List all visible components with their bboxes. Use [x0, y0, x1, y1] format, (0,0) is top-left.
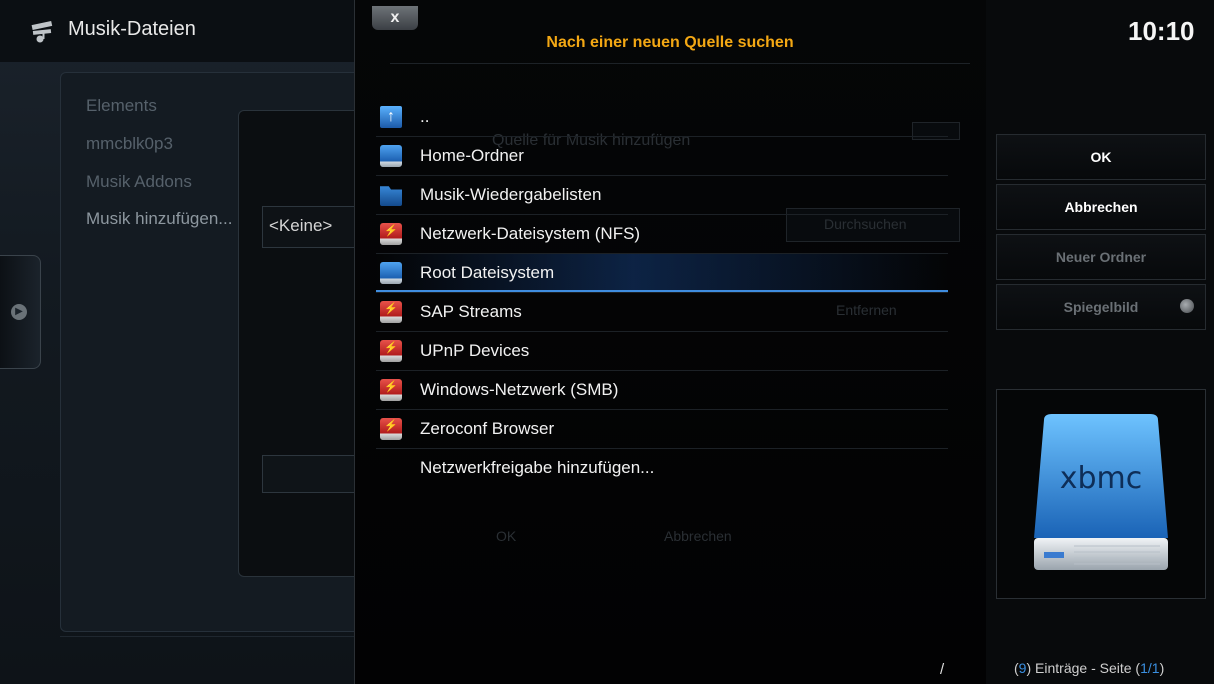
- list-item-label: SAP Streams: [420, 302, 522, 321]
- menu-item-elements[interactable]: Elements: [86, 96, 157, 116]
- ghost-ok-label: OK: [496, 528, 517, 544]
- list-item-playlists[interactable]: Musik-Wiedergabelisten: [376, 176, 948, 215]
- network-drive-icon: ⚡: [380, 379, 402, 401]
- list-item-label: Netzwerk-Dateisystem (NFS): [420, 224, 641, 243]
- list-item-label: UPnP Devices: [420, 341, 530, 360]
- cancel-button[interactable]: Abbrechen: [996, 184, 1206, 230]
- list-item-label: Zeroconf Browser: [420, 419, 555, 438]
- xbmc-drive-icon: xbmc: [1034, 414, 1168, 570]
- menu-item-mmcblk0p3[interactable]: mmcblk0p3: [86, 134, 173, 154]
- drive-icon: [380, 262, 402, 284]
- music-files-icon: [31, 20, 53, 43]
- network-drive-icon: ⚡: [380, 223, 402, 245]
- paren: ): [1159, 660, 1165, 676]
- list-item-parent[interactable]: ↑ ..: [376, 98, 948, 137]
- source-list: ↑ .. Home-Ordner Musik-Wiedergabelisten …: [376, 98, 948, 487]
- list-item-add-share[interactable]: Netzwerkfreigabe hinzufügen...: [376, 449, 948, 487]
- new-folder-button[interactable]: Neuer Ordner: [996, 234, 1206, 280]
- clock: 10:10: [1128, 16, 1195, 46]
- mirror-toggle-icon: [1180, 299, 1194, 313]
- list-item-label: ..: [420, 107, 430, 126]
- up-arrow-icon: ↑: [380, 106, 402, 128]
- xbmc-logo-text: xbmc: [1060, 461, 1143, 496]
- list-item-label: Netzwerkfreigabe hinzufügen...: [420, 458, 655, 477]
- menu-item-musik-addons[interactable]: Musik Addons: [86, 172, 192, 192]
- menu-item-musik-hinzufuegen[interactable]: Musik hinzufügen...: [86, 209, 232, 229]
- list-item-root[interactable]: Root Dateisystem: [376, 254, 948, 293]
- list-item-zeroconf[interactable]: ⚡ Zeroconf Browser: [376, 410, 948, 449]
- footer-middle-text: Einträge - Seite: [1031, 660, 1136, 676]
- list-item-smb[interactable]: ⚡ Windows-Netzwerk (SMB): [376, 371, 948, 410]
- dialog-title: Nach einer neuen Quelle suchen: [546, 34, 794, 51]
- list-item-upnp[interactable]: ⚡ UPnP Devices: [376, 332, 948, 371]
- list-item-home[interactable]: Home-Ordner: [376, 137, 948, 176]
- divider: [60, 636, 355, 637]
- list-item-label: Musik-Wiedergabelisten: [420, 185, 602, 204]
- list-item-label: Root Dateisystem: [420, 263, 555, 282]
- source-field-value: <Keine>: [269, 216, 333, 235]
- drive-icon: [380, 145, 402, 167]
- folder-icon: [380, 186, 402, 206]
- ghost-cancel-label: Abbrechen: [664, 528, 732, 544]
- list-item-label: Home-Ordner: [420, 146, 524, 165]
- name-field[interactable]: [262, 455, 359, 493]
- title-divider: [390, 63, 970, 64]
- chevron-right-icon: ▶: [11, 304, 27, 320]
- list-item-label: Windows-Netzwerk (SMB): [420, 380, 619, 399]
- network-drive-icon: ⚡: [380, 418, 402, 440]
- network-drive-icon: ⚡: [380, 301, 402, 323]
- app-title: Musik-Dateien: [68, 18, 196, 40]
- list-item-sap[interactable]: ⚡ SAP Streams: [376, 293, 948, 332]
- list-item-nfs[interactable]: ⚡ Netzwerk-Dateisystem (NFS): [376, 215, 948, 254]
- current-path: /: [940, 661, 945, 678]
- network-drive-icon: ⚡: [380, 340, 402, 362]
- mirror-button[interactable]: Spiegelbild: [996, 284, 1206, 330]
- page-indicator: 1/1: [1140, 660, 1160, 676]
- close-button[interactable]: x: [372, 6, 418, 30]
- item-count-footer: (9) Einträge - Seite (1/1): [1014, 660, 1164, 676]
- ok-button[interactable]: OK: [996, 134, 1206, 180]
